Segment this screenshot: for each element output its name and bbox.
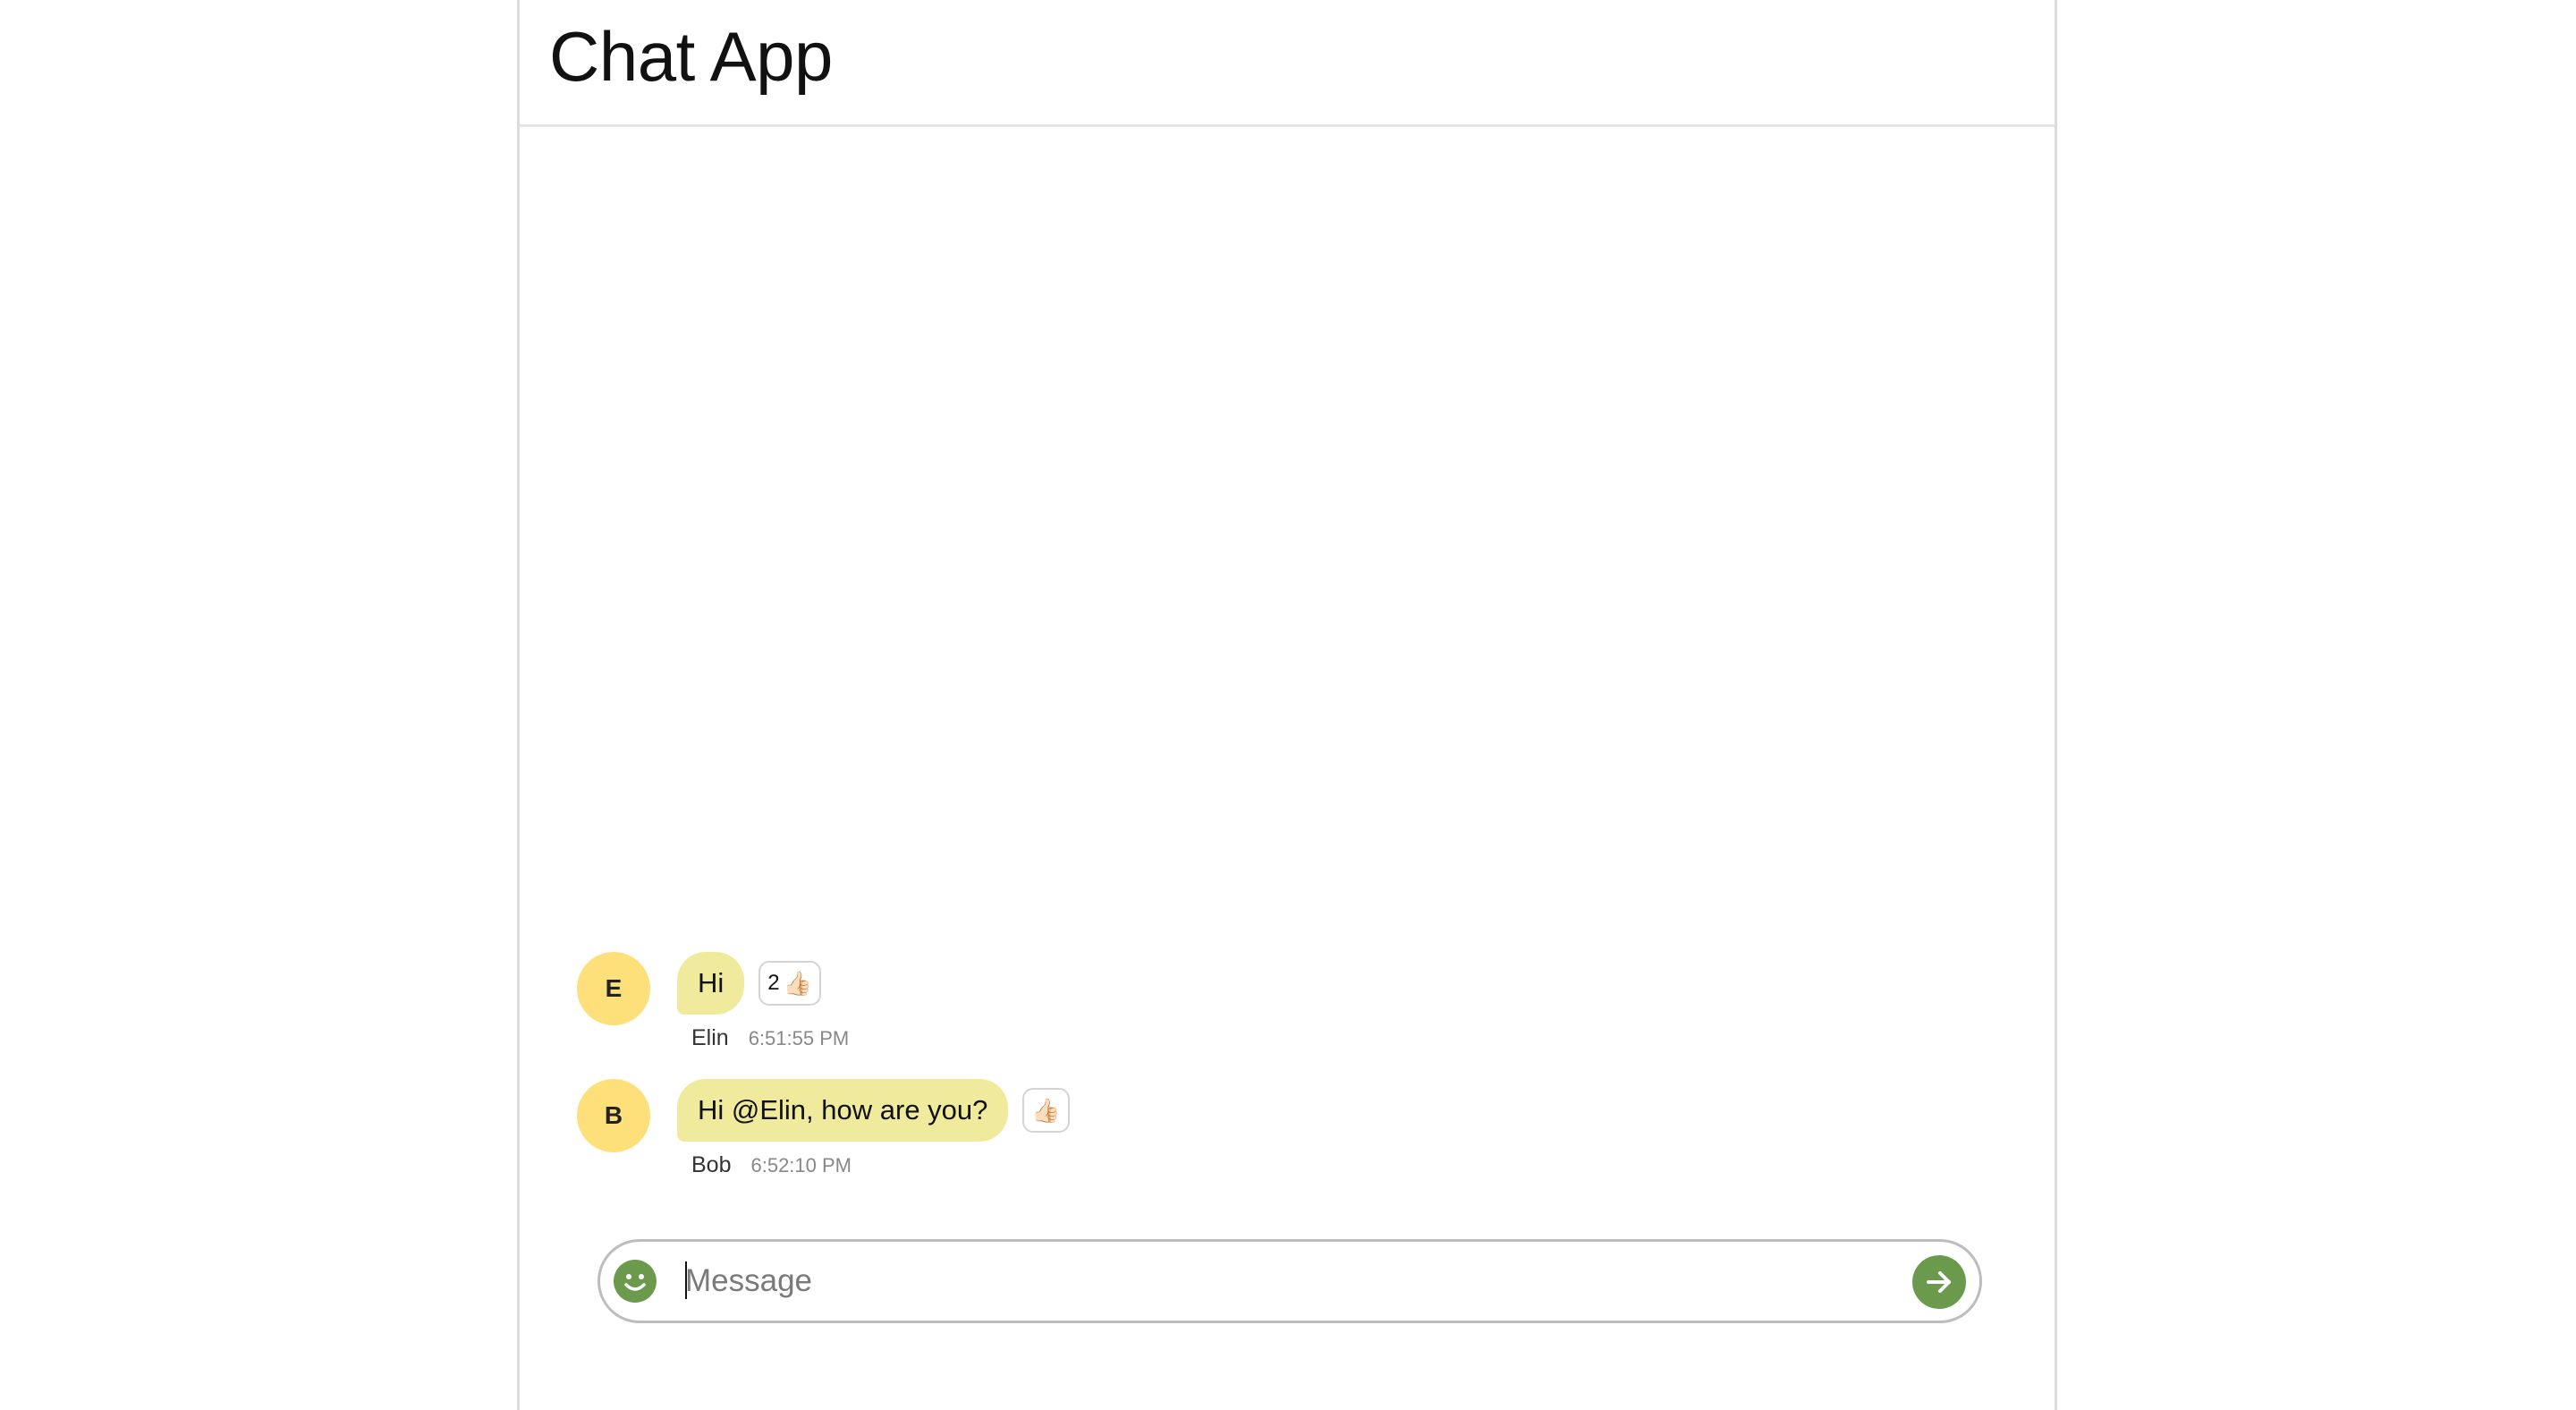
avatar[interactable]: E: [577, 952, 650, 1025]
reaction-count: 2: [767, 971, 780, 995]
message-meta: Elin 6:51:55 PM: [691, 1025, 849, 1051]
app-header: Chat App: [520, 0, 2055, 127]
send-button[interactable]: [1912, 1255, 1966, 1309]
message-author: Elin: [691, 1025, 729, 1050]
emoji-picker-button[interactable]: [614, 1260, 657, 1303]
thumbs-up-icon: 👍🏻: [783, 970, 813, 997]
add-reaction-button[interactable]: 👍🏻: [1022, 1088, 1070, 1133]
message-meta: Bob 6:52:10 PM: [691, 1152, 852, 1178]
message-list[interactable]: E Hi 2 👍🏻 Elin 6:51:55 PM B Hi @Elin, ho…: [520, 127, 2055, 1197]
chat-app-panel: Chat App E Hi 2 👍🏻 Elin 6:51:55 PM B Hi …: [517, 0, 2057, 1410]
message-timestamp: 6:51:55 PM: [748, 1027, 850, 1049]
message-composer: [597, 1239, 1982, 1323]
page: Chat App E Hi 2 👍🏻 Elin 6:51:55 PM B Hi …: [0, 0, 2576, 1410]
thumbs-up-icon: 👍🏻: [1031, 1097, 1061, 1124]
page-title: Chat App: [549, 17, 833, 96]
reaction-badge[interactable]: 2 👍🏻: [758, 961, 822, 1006]
avatar[interactable]: B: [577, 1079, 650, 1152]
arrow-right-icon: [1927, 1271, 1951, 1293]
message-bubble[interactable]: Hi @Elin, how are you?: [677, 1079, 1009, 1142]
smiley-icon: [624, 1274, 646, 1291]
message-author: Bob: [691, 1152, 732, 1177]
text-caret: [685, 1261, 687, 1299]
message-timestamp: 6:52:10 PM: [750, 1154, 852, 1176]
message-input[interactable]: [685, 1254, 1866, 1308]
message-bubble[interactable]: Hi: [677, 952, 745, 1015]
message-bubble-row: Hi @Elin, how are you? 👍🏻: [677, 1079, 1070, 1142]
message-bubble-row: Hi 2 👍🏻: [677, 952, 822, 1015]
